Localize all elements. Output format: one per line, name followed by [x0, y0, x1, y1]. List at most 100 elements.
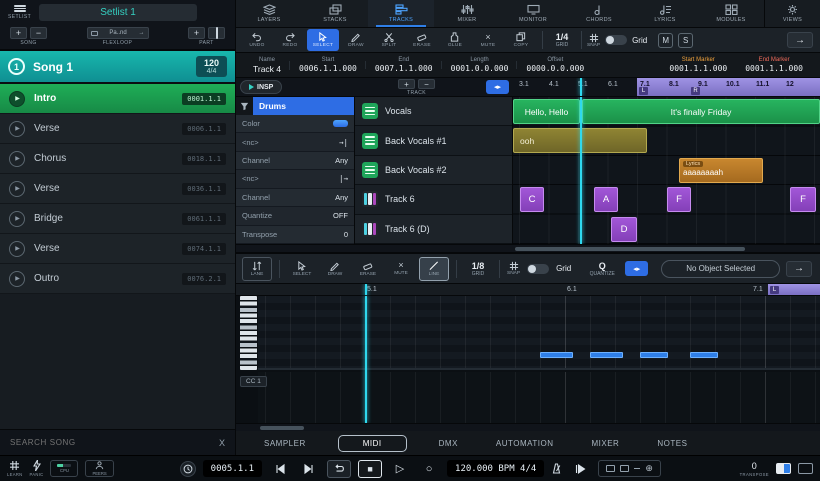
loop-button[interactable]: [327, 460, 351, 478]
midi-note[interactable]: [690, 352, 718, 358]
clip-chord-f[interactable]: F: [667, 187, 691, 212]
inspector-row-input-channel[interactable]: Channel Any: [236, 152, 354, 170]
tab-layers[interactable]: LAYERS: [236, 0, 302, 27]
section-item-intro[interactable]: ▶ Intro 0001.1.1: [0, 84, 235, 114]
song-item[interactable]: 1 Song 1 120 4/4: [0, 51, 235, 84]
scrollbar-handle[interactable]: [260, 426, 304, 430]
erase-tool-button[interactable]: ERASE: [406, 29, 438, 51]
goto-playhead-button[interactable]: ◂▸: [486, 80, 509, 94]
editor-line-tool[interactable]: LINE: [419, 257, 449, 281]
section-item-chorus[interactable]: ▶ Chorus 0018.1.1: [0, 144, 235, 174]
prop-length[interactable]: Length 0001.0.0.000: [442, 57, 518, 73]
peers-button[interactable]: PEERS: [85, 460, 113, 477]
screen-a-icon[interactable]: [606, 465, 615, 472]
inspector-row-input-port[interactable]: <nc> →|: [236, 133, 354, 151]
midi-note[interactable]: [590, 352, 623, 358]
zoom-out-icon[interactable]: [634, 468, 640, 470]
timeline-ruler[interactable]: 3.1 4.1 5.1 6.1 7.1 8.1 9.1 10.1 11.1 12…: [513, 78, 820, 96]
editor-erase-tool[interactable]: ERASE: [353, 257, 383, 281]
tab-midi[interactable]: MIDI: [338, 435, 407, 452]
redo-button[interactable]: REDO: [274, 29, 306, 51]
display-2-toggle[interactable]: [798, 463, 813, 474]
midi-note[interactable]: [540, 352, 573, 358]
loop-left-handle[interactable]: L: [639, 87, 648, 95]
editor-draw-tool[interactable]: DRAW: [320, 257, 350, 281]
stop-button[interactable]: ■: [358, 460, 382, 478]
cc-lane-badge[interactable]: CC 1: [240, 376, 267, 387]
play-icon[interactable]: ▶: [9, 121, 25, 137]
loop-right-handle[interactable]: R: [691, 87, 700, 95]
prop-start-marker[interactable]: Start Marker 0001.1.1.000: [660, 57, 736, 73]
display-1-toggle[interactable]: [776, 463, 791, 474]
section-item-verse-3[interactable]: ▶ Verse 0074.1.1: [0, 234, 235, 264]
track-row-vocals[interactable]: Vocals: [355, 97, 512, 126]
part-button[interactable]: [208, 27, 225, 39]
tab-mixer[interactable]: MIXER: [434, 0, 500, 27]
editor-goto-playhead-button[interactable]: ◂▸: [625, 261, 648, 276]
section-item-outro[interactable]: ▶ Outro 0076.2.1: [0, 264, 235, 294]
play-icon[interactable]: ▶: [9, 91, 25, 107]
search-input[interactable]: [10, 438, 213, 447]
zoom-target-icon[interactable]: ⊕: [645, 463, 653, 474]
editor-expand-right-button[interactable]: →: [786, 261, 812, 277]
inspector-row-quantize[interactable]: Quantize OFF: [236, 207, 354, 225]
follow-playhead-button[interactable]: [569, 460, 591, 478]
inspector-toggle-button[interactable]: INSP: [240, 80, 282, 94]
grid-toggle-switch[interactable]: [605, 35, 627, 45]
setlist-title[interactable]: Setlist 1: [39, 4, 197, 21]
clip-chord-a[interactable]: A: [594, 187, 618, 212]
remove-track-button[interactable]: −: [418, 79, 435, 89]
position-clock-button[interactable]: [180, 461, 196, 477]
undo-button[interactable]: UNDO: [241, 29, 273, 51]
glue-tool-button[interactable]: GLUE: [439, 29, 471, 51]
inspector-row-output-channel[interactable]: Channel Any: [236, 189, 354, 207]
tab-sampler[interactable]: SAMPLER: [258, 436, 312, 451]
editor-mute-tool[interactable]: × MUTE: [386, 257, 416, 281]
draw-tool-button[interactable]: DRAW: [340, 29, 372, 51]
arranger-hscrollbar[interactable]: [236, 244, 820, 252]
play-icon[interactable]: ▶: [9, 211, 25, 227]
search-clear-button[interactable]: X: [219, 438, 225, 448]
views-button[interactable]: VIEWS: [764, 0, 820, 27]
track-row-track-6-d[interactable]: Track 6 (D): [355, 215, 512, 244]
mute-track-button[interactable]: M: [658, 33, 673, 48]
tab-lyrics[interactable]: LYRICS: [632, 0, 698, 27]
scrollbar-handle[interactable]: [515, 247, 745, 251]
clip-lanes[interactable]: Hello, Hello It's finally Friday ooh Lyr…: [513, 97, 820, 244]
metronome-button[interactable]: [551, 463, 562, 474]
step-forward-button[interactable]: [298, 460, 320, 478]
split-tool-button[interactable]: SPLIT: [373, 29, 405, 51]
midi-note[interactable]: [640, 352, 668, 358]
clip-vocals-1[interactable]: Hello, Hello: [513, 99, 580, 124]
tab-chords[interactable]: CHORDS: [566, 0, 632, 27]
copy-tool-button[interactable]: COPY: [505, 29, 537, 51]
inspector-row-output-port[interactable]: <nc> |→: [236, 170, 354, 188]
panic-button[interactable]: PANIC: [29, 460, 43, 477]
add-song-button[interactable]: +: [10, 27, 27, 39]
tab-modules[interactable]: MODULES: [698, 0, 764, 27]
editor-select-tool[interactable]: SELECT: [287, 257, 317, 281]
track-row-back-vocals-1[interactable]: Back Vocals #1: [355, 126, 512, 155]
section-item-verse-2[interactable]: ▶ Verse 0036.1.1: [0, 174, 235, 204]
cc-lane[interactable]: [258, 372, 820, 423]
clip-vocals-2[interactable]: It's finally Friday: [582, 99, 820, 124]
piano-roll-canvas[interactable]: CC 1: [236, 296, 820, 423]
section-item-bridge[interactable]: ▶ Bridge 0061.1.1: [0, 204, 235, 234]
track-row-track-6[interactable]: Track 6: [355, 185, 512, 214]
clip-chord-d[interactable]: D: [611, 217, 637, 242]
clip-back-vocals-2[interactable]: Lyrics aaaaaaaah: [679, 158, 763, 183]
color-swatch[interactable]: [333, 120, 348, 127]
tab-monitor[interactable]: MONITOR: [500, 0, 566, 27]
tab-mixer-bottom[interactable]: MIXER: [586, 436, 626, 451]
step-back-button[interactable]: [269, 460, 291, 478]
snap-control[interactable]: SNAP: [587, 33, 600, 48]
add-part-button[interactable]: +: [188, 27, 205, 39]
loop-left-handle[interactable]: L: [770, 286, 779, 294]
tab-automation[interactable]: AUTOMATION: [490, 436, 560, 451]
select-tool-button[interactable]: SELECT: [307, 29, 339, 51]
editor-loop-region[interactable]: L: [768, 284, 820, 295]
prop-offset[interactable]: Offset 0000.0.0.000: [517, 57, 593, 73]
record-button[interactable]: ○: [418, 460, 440, 478]
prop-end[interactable]: End 0007.1.1.000: [366, 57, 442, 73]
tab-dmx[interactable]: DMX: [433, 436, 464, 451]
